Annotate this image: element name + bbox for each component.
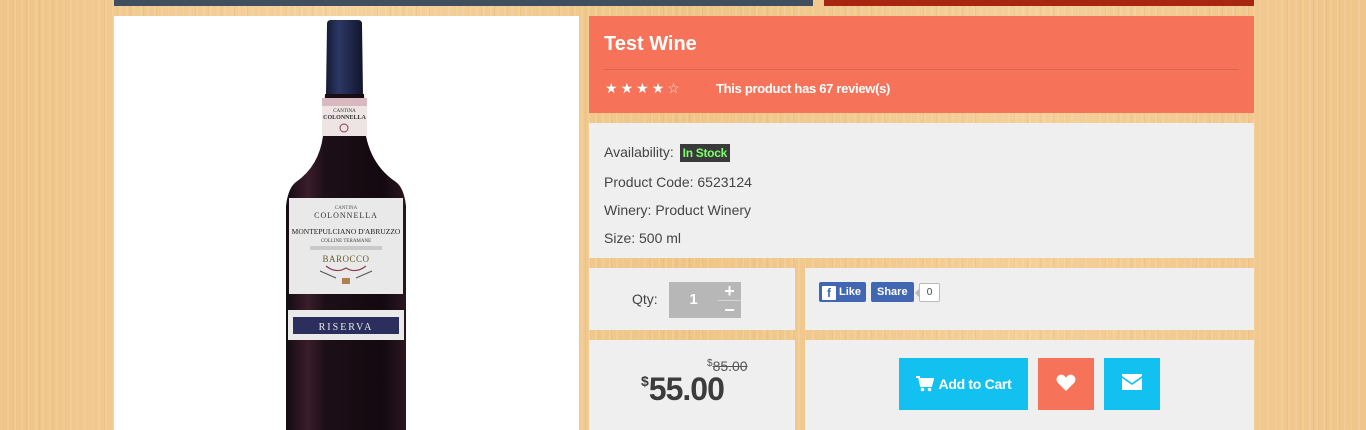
social-panel: f Like Share 0: [805, 268, 1254, 330]
actions-panel: Add to Cart: [805, 340, 1254, 430]
stock-badge: In Stock: [679, 144, 730, 162]
label-wine-name: MONTEPULCIANO D'ABRUZZO: [292, 227, 401, 236]
header-divider: [604, 69, 1239, 70]
quantity-decrement-button[interactable]: −: [718, 300, 741, 319]
top-bar-red: [824, 0, 1254, 6]
facebook-like-label: Like: [839, 286, 862, 298]
wine-bottle-image: CANTINA COLONNELLA CANTINA COLONNELLA MO…: [286, 20, 406, 430]
quantity-increment-button[interactable]: +: [718, 282, 741, 300]
rating-stars: ★★★★☆: [605, 80, 683, 97]
star-icon: ★: [605, 80, 621, 96]
reviews-link[interactable]: This product has 67 review(s): [716, 81, 890, 96]
availability-label: Availability:: [604, 144, 674, 160]
product-title: Test Wine: [604, 33, 697, 55]
envelope-icon: [1122, 374, 1142, 390]
product-code-row: Product Code: 6523124: [604, 174, 752, 190]
neck-label-brand: COLONNELLA: [323, 115, 366, 121]
neck-label-cantina: CANTINA: [333, 109, 356, 114]
facebook-like-button[interactable]: f Like: [819, 282, 867, 302]
label-brand: COLONNELLA: [314, 211, 378, 220]
product-info-panel: Availability: In Stock Product Code: 652…: [589, 123, 1254, 258]
add-to-cart-button[interactable]: Add to Cart: [899, 358, 1028, 410]
email-friend-button[interactable]: [1104, 358, 1160, 410]
add-to-cart-label: Add to Cart: [938, 376, 1012, 392]
wishlist-button[interactable]: [1038, 358, 1094, 410]
top-bar-dark: [114, 0, 813, 6]
size-label: Size:: [604, 230, 636, 246]
current-price-currency: $: [641, 373, 649, 389]
label-sub: COLLINE TERAMANE: [321, 239, 371, 244]
facebook-icon: f: [822, 286, 836, 300]
quantity-panel: Qty: 1 + −: [589, 268, 795, 330]
star-icon: ★: [636, 80, 652, 96]
product-header: Test Wine ★★★★☆ This product has 67 revi…: [589, 16, 1254, 113]
current-price-amount: 55.00: [648, 371, 725, 407]
heart-icon: [1056, 374, 1076, 391]
facebook-share-button[interactable]: Share: [871, 282, 914, 302]
star-empty-icon: ☆: [667, 80, 683, 96]
current-price: $55.00: [641, 371, 725, 408]
size-row: Size: 500 ml: [604, 230, 681, 246]
quantity-label: Qty:: [632, 291, 658, 307]
product-code-label: Product Code:: [604, 174, 694, 190]
size-value: 500 ml: [639, 230, 682, 246]
star-icon: ★: [651, 80, 668, 96]
winery-row: Winery: Product Winery: [604, 202, 751, 218]
winery-value: Product Winery: [655, 202, 752, 218]
share-count-bubble: 0: [915, 283, 940, 302]
quantity-input[interactable]: 1: [669, 282, 718, 318]
availability-row: Availability: In Stock: [604, 144, 730, 162]
product-image-panel: CANTINA COLONNELLA CANTINA COLONNELLA MO…: [114, 16, 579, 430]
price-panel: $85.00 $55.00: [589, 340, 795, 430]
shopping-cart-icon: [915, 376, 934, 392]
label-grade: RISERVA: [319, 322, 374, 333]
label-style: BAROCCO: [322, 254, 369, 264]
winery-label: Winery:: [604, 202, 652, 218]
star-icon: ★: [620, 80, 637, 96]
product-code-value: 6523124: [697, 174, 752, 190]
